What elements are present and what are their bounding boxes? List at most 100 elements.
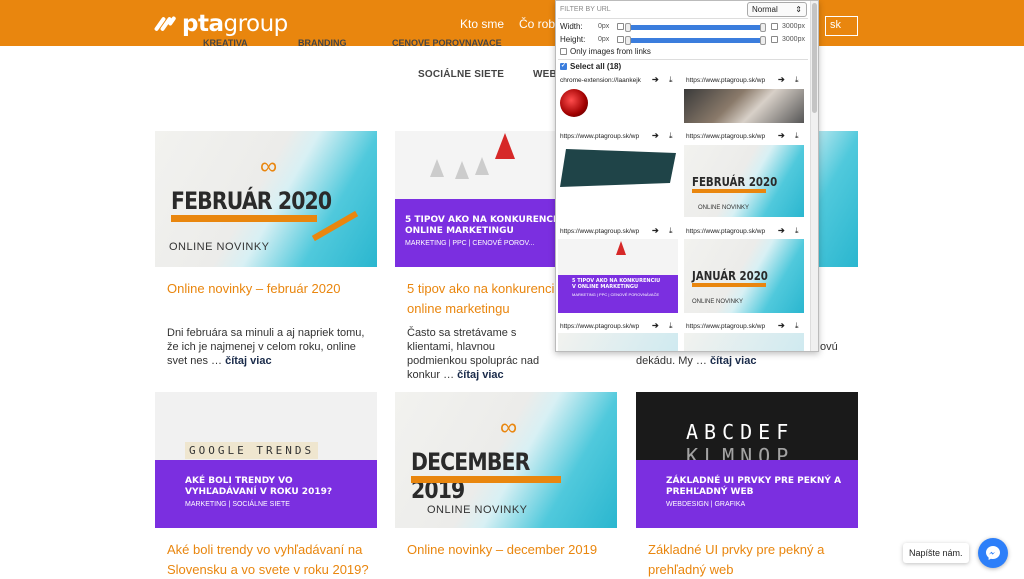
select-all-label: Select all (18) bbox=[570, 62, 622, 71]
download-icon[interactable]: ⤓ bbox=[669, 75, 673, 85]
category-branding[interactable]: BRANDING bbox=[298, 38, 347, 48]
download-icon[interactable]: ⤓ bbox=[795, 75, 799, 85]
width-slider-max-handle[interactable] bbox=[760, 23, 766, 32]
height-slider-max-handle[interactable] bbox=[760, 36, 766, 45]
download-icon[interactable]: ⤓ bbox=[795, 131, 799, 141]
post-title[interactable]: Online novinky – december 2019 bbox=[407, 540, 617, 560]
image-thumbnail[interactable] bbox=[558, 143, 678, 215]
download-icon[interactable]: ⤓ bbox=[669, 321, 673, 331]
height-max-value: 3000px bbox=[782, 36, 805, 43]
category-socialne-siete[interactable]: SOCIÁLNE SIETE bbox=[418, 69, 504, 80]
post-card[interactable]: FEBRUÁR 2020 ONLINE NOVINKY ∞ Online nov… bbox=[155, 131, 377, 367]
thumbnail-banner: GOOGLE TRENDS bbox=[185, 442, 319, 459]
paper-plane-icon bbox=[475, 157, 489, 175]
post-thumbnail[interactable]: FEBRUÁR 2020 ONLINE NOVINKY ∞ bbox=[155, 131, 377, 267]
open-arrow-icon[interactable]: ➔ bbox=[652, 75, 659, 84]
thumbnail-sub: WEBDESIGN | GRAFIKA bbox=[666, 501, 746, 508]
only-links-label: Only images from links bbox=[570, 47, 651, 56]
logo-text-group: group bbox=[223, 11, 288, 37]
category-kreativa[interactable]: KREATIVA bbox=[203, 38, 248, 48]
image-url: https://www.ptagroup.sk/wp bbox=[686, 323, 766, 330]
post-excerpt: Dni februára sa minuli a aj napriek tomu… bbox=[167, 327, 365, 367]
read-more-link[interactable]: čítaj viac bbox=[710, 355, 756, 367]
height-slider[interactable] bbox=[627, 38, 765, 43]
post-thumbnail[interactable]: GOOGLE TRENDS AKÉ BOLI TRENDY VO VYHĽADÁ… bbox=[155, 392, 377, 528]
select-all[interactable]: ✓ Select all (18) bbox=[560, 62, 621, 71]
only-links-checkbox[interactable] bbox=[560, 48, 567, 55]
width-max-checkbox[interactable] bbox=[771, 23, 778, 30]
thumbnail-sub: ONLINE NOVINKY bbox=[169, 241, 270, 253]
scrollbar-thumb[interactable] bbox=[812, 3, 817, 113]
category-web[interactable]: WEB bbox=[533, 69, 557, 80]
width-slider-min-handle[interactable] bbox=[625, 23, 631, 32]
image-url: https://www.ptagroup.sk/wp bbox=[560, 323, 640, 330]
popup-scrollbar[interactable] bbox=[810, 1, 818, 351]
messenger-icon bbox=[986, 546, 1000, 560]
site-header: ptagroup Kto sme Čo robím sk bbox=[0, 0, 1024, 46]
post-excerpt: dekádu. My … čítaj viac bbox=[636, 355, 757, 367]
paper-plane-icon bbox=[616, 241, 626, 255]
nav-kto-sme[interactable]: Kto sme bbox=[460, 17, 504, 31]
height-max-checkbox[interactable] bbox=[771, 36, 778, 43]
open-arrow-icon[interactable]: ➔ bbox=[778, 75, 785, 84]
download-icon[interactable]: ⤓ bbox=[795, 226, 799, 236]
image-thumbnail[interactable] bbox=[558, 87, 678, 121]
height-slider-min-handle[interactable] bbox=[625, 36, 631, 45]
image-url: https://www.ptagroup.sk/wp bbox=[686, 133, 766, 140]
category-cenove-porovnavace[interactable]: CENOVE POROVNAVACE bbox=[392, 38, 502, 48]
post-card[interactable]: GOOGLE TRENDS AKÉ BOLI TRENDY VO VYHĽADÁ… bbox=[155, 392, 377, 577]
width-label: Width: bbox=[560, 22, 583, 31]
thumbnail-sub: MARKETING | SOCIÁLNE SIETE bbox=[185, 501, 290, 508]
image-thumbnail[interactable] bbox=[684, 333, 804, 351]
image-thumbnail[interactable]: JANUÁR 2020 ONLINE NOVINKY bbox=[684, 239, 804, 313]
post-excerpt: Často sa stretávame s klientami, hlavnou… bbox=[407, 327, 540, 381]
open-arrow-icon[interactable]: ➔ bbox=[778, 226, 785, 235]
post-title[interactable]: 5 tipov ako na konkurenci online marketi… bbox=[407, 279, 557, 319]
post-title[interactable]: Aké boli trendy vo vyhľadávaní na Sloven… bbox=[167, 540, 377, 579]
open-arrow-icon[interactable]: ➔ bbox=[652, 321, 659, 330]
messenger-tooltip: Napíšte nám. bbox=[903, 543, 969, 563]
width-min-checkbox[interactable] bbox=[617, 23, 624, 30]
thumbnail-headline: AKÉ BOLI TRENDY VO VYHĽADÁVANÍ V ROKU 20… bbox=[185, 476, 333, 497]
download-icon[interactable]: ⤓ bbox=[669, 226, 673, 236]
logo[interactable]: ptagroup bbox=[153, 11, 288, 37]
post-thumbnail[interactable]: ABCDEF KLMNOP ZÁKLADNÉ UI PRVKY PRE PEKN… bbox=[636, 392, 858, 528]
thumbnail-headline: ZÁKLADNÉ UI PRVKY PRE PEKNÝ A PREHĽADNÝ … bbox=[666, 476, 842, 497]
read-more-link[interactable]: čítaj viac bbox=[457, 369, 503, 381]
thumbnail-sub: ONLINE NOVINKY bbox=[427, 504, 528, 516]
post-title[interactable]: Online novinky – február 2020 bbox=[167, 279, 367, 299]
post-excerpt-tail: ovú bbox=[820, 341, 838, 353]
width-slider[interactable] bbox=[627, 25, 765, 30]
thumbnail-sub: ONLINE NOVINKY bbox=[698, 205, 750, 211]
height-min-checkbox[interactable] bbox=[617, 36, 624, 43]
thumbnail-sub: ONLINE NOVINKY bbox=[692, 299, 744, 305]
post-card[interactable]: DECEMBER 2019 ONLINE NOVINKY ∞ Online no… bbox=[395, 392, 617, 557]
filter-url-input[interactable]: FILTER BY URL bbox=[560, 6, 611, 13]
image-thumbnail[interactable] bbox=[558, 333, 678, 351]
open-arrow-icon[interactable]: ➔ bbox=[652, 226, 659, 235]
open-arrow-icon[interactable]: ➔ bbox=[652, 131, 659, 140]
open-arrow-icon[interactable]: ➔ bbox=[778, 131, 785, 140]
language-select[interactable]: sk bbox=[825, 16, 858, 36]
image-thumbnail[interactable]: FEBRUÁR 2020 ONLINE NOVINKY bbox=[684, 145, 804, 217]
height-min-value: 0px bbox=[598, 36, 610, 43]
image-url: https://www.ptagroup.sk/wp bbox=[686, 228, 766, 235]
select-all-checkbox[interactable]: ✓ bbox=[560, 63, 567, 70]
mode-select[interactable]: Normal ⇕ bbox=[747, 2, 807, 17]
paper-plane-icon bbox=[495, 133, 515, 159]
post-card[interactable]: ABCDEF KLMNOP ZÁKLADNÉ UI PRVKY PRE PEKN… bbox=[636, 392, 858, 577]
post-thumbnail[interactable]: DECEMBER 2019 ONLINE NOVINKY ∞ bbox=[395, 392, 617, 528]
logo-text-pta: pta bbox=[182, 11, 224, 37]
download-icon[interactable]: ⤓ bbox=[795, 321, 799, 331]
post-title[interactable]: Základné UI prvky pre pekný a prehľadný … bbox=[648, 540, 848, 579]
width-max-value: 3000px bbox=[782, 23, 805, 30]
messenger-button[interactable] bbox=[978, 538, 1008, 568]
paper-plane-icon bbox=[455, 161, 469, 179]
glasses-icon: ∞ bbox=[500, 414, 518, 441]
read-more-link[interactable]: čítaj viac bbox=[225, 355, 271, 367]
image-thumbnail[interactable]: 5 TIPOV AKO NA KONKURENCIU V ONLINE MARK… bbox=[558, 239, 678, 313]
image-thumbnail[interactable] bbox=[684, 89, 804, 123]
open-arrow-icon[interactable]: ➔ bbox=[778, 321, 785, 330]
image-url: chrome-extension://laankejk bbox=[560, 77, 641, 84]
download-icon[interactable]: ⤓ bbox=[669, 131, 673, 141]
